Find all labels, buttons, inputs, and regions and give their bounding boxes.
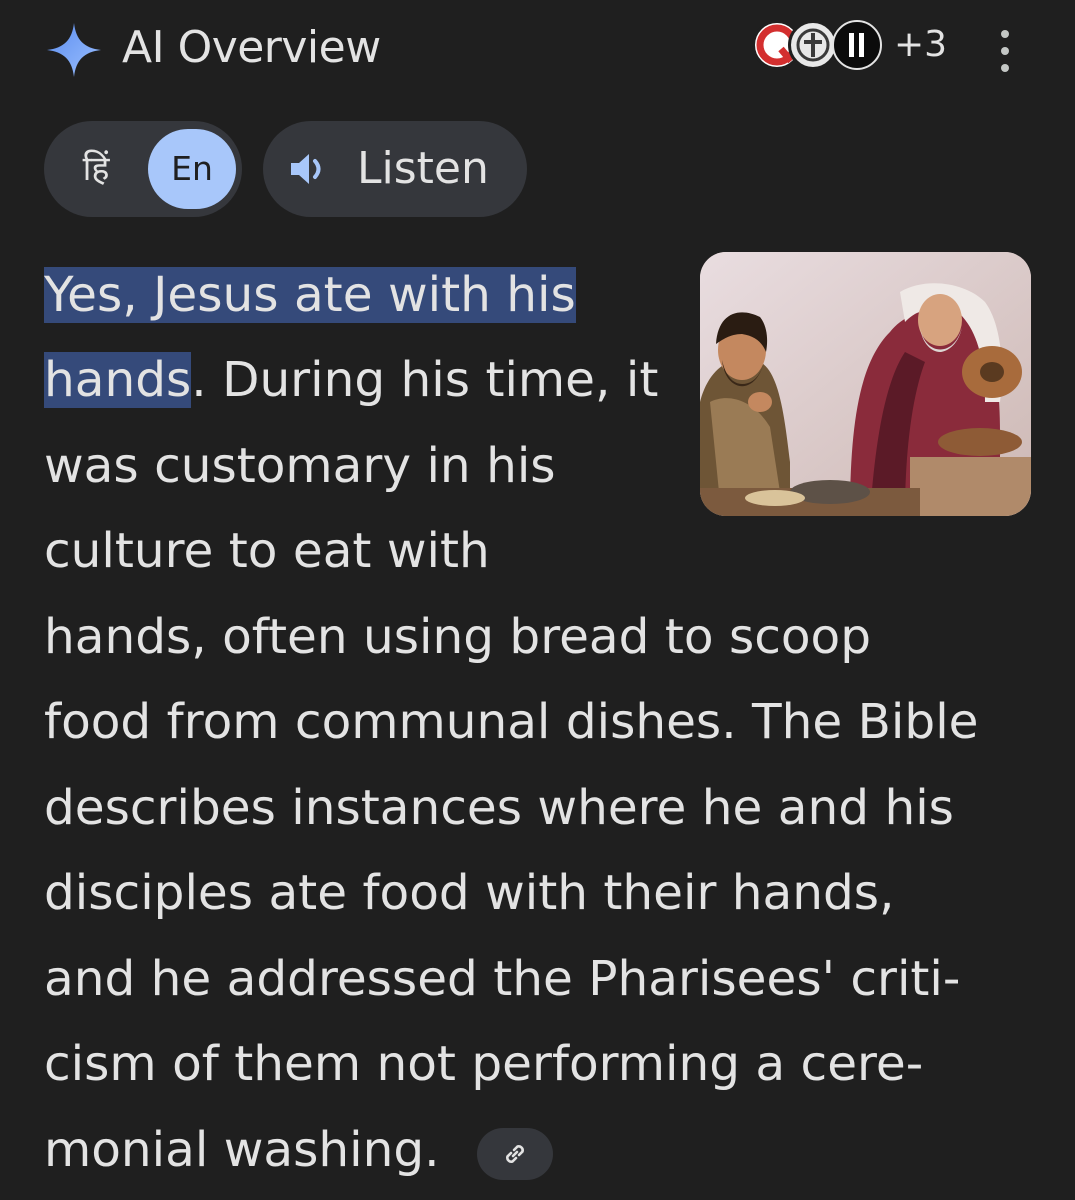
answer-line: disciples ate food with their hands, [44,865,895,921]
jesus-eating-illustration [700,252,1031,516]
speaker-icon [291,154,321,184]
answer-line: was customary in his [44,438,556,494]
source-favicons[interactable]: +3 [752,20,952,78]
answer-line: food from communal dishes. The Bible [44,694,979,750]
answer-line: hands. During his time, it [44,352,659,408]
overview-image[interactable] [700,252,1031,516]
more-vert-icon[interactable] [984,28,1024,74]
language-option-hindi[interactable]: हिं [70,143,122,195]
ai-overview-header: AI Overview +3 [44,14,1034,78]
source-favicon-pause-icon[interactable] [832,20,882,70]
gemini-sparkle-icon [47,23,101,77]
ai-overview-title: AI Overview [122,22,381,73]
answer-line: and he addressed the Pharisees' criti- [44,951,961,1007]
answer-highlight: Yes, Jesus ate with his [44,267,576,323]
listen-button[interactable]: Listen [263,121,527,217]
listen-label: Listen [357,143,489,194]
language-option-english[interactable]: En [148,129,236,209]
language-toggle: हिं En [44,121,242,217]
answer-line: hands, often using bread to scoop [44,609,872,665]
answer-line: cism of them not performing a cere- [44,1036,924,1092]
sources-more-count[interactable]: +3 [894,24,947,66]
answer-line: Yes, Jesus ate with his [44,262,576,328]
answer-highlight: hands [44,352,192,408]
answer-line: describes instances where he and his [44,780,954,836]
source-link-button[interactable] [477,1128,553,1180]
link-icon [506,1145,524,1163]
source-favicon-cross-icon[interactable] [788,20,838,70]
answer-line: monial washing. [44,1122,440,1178]
answer-line: culture to eat with [44,523,490,579]
